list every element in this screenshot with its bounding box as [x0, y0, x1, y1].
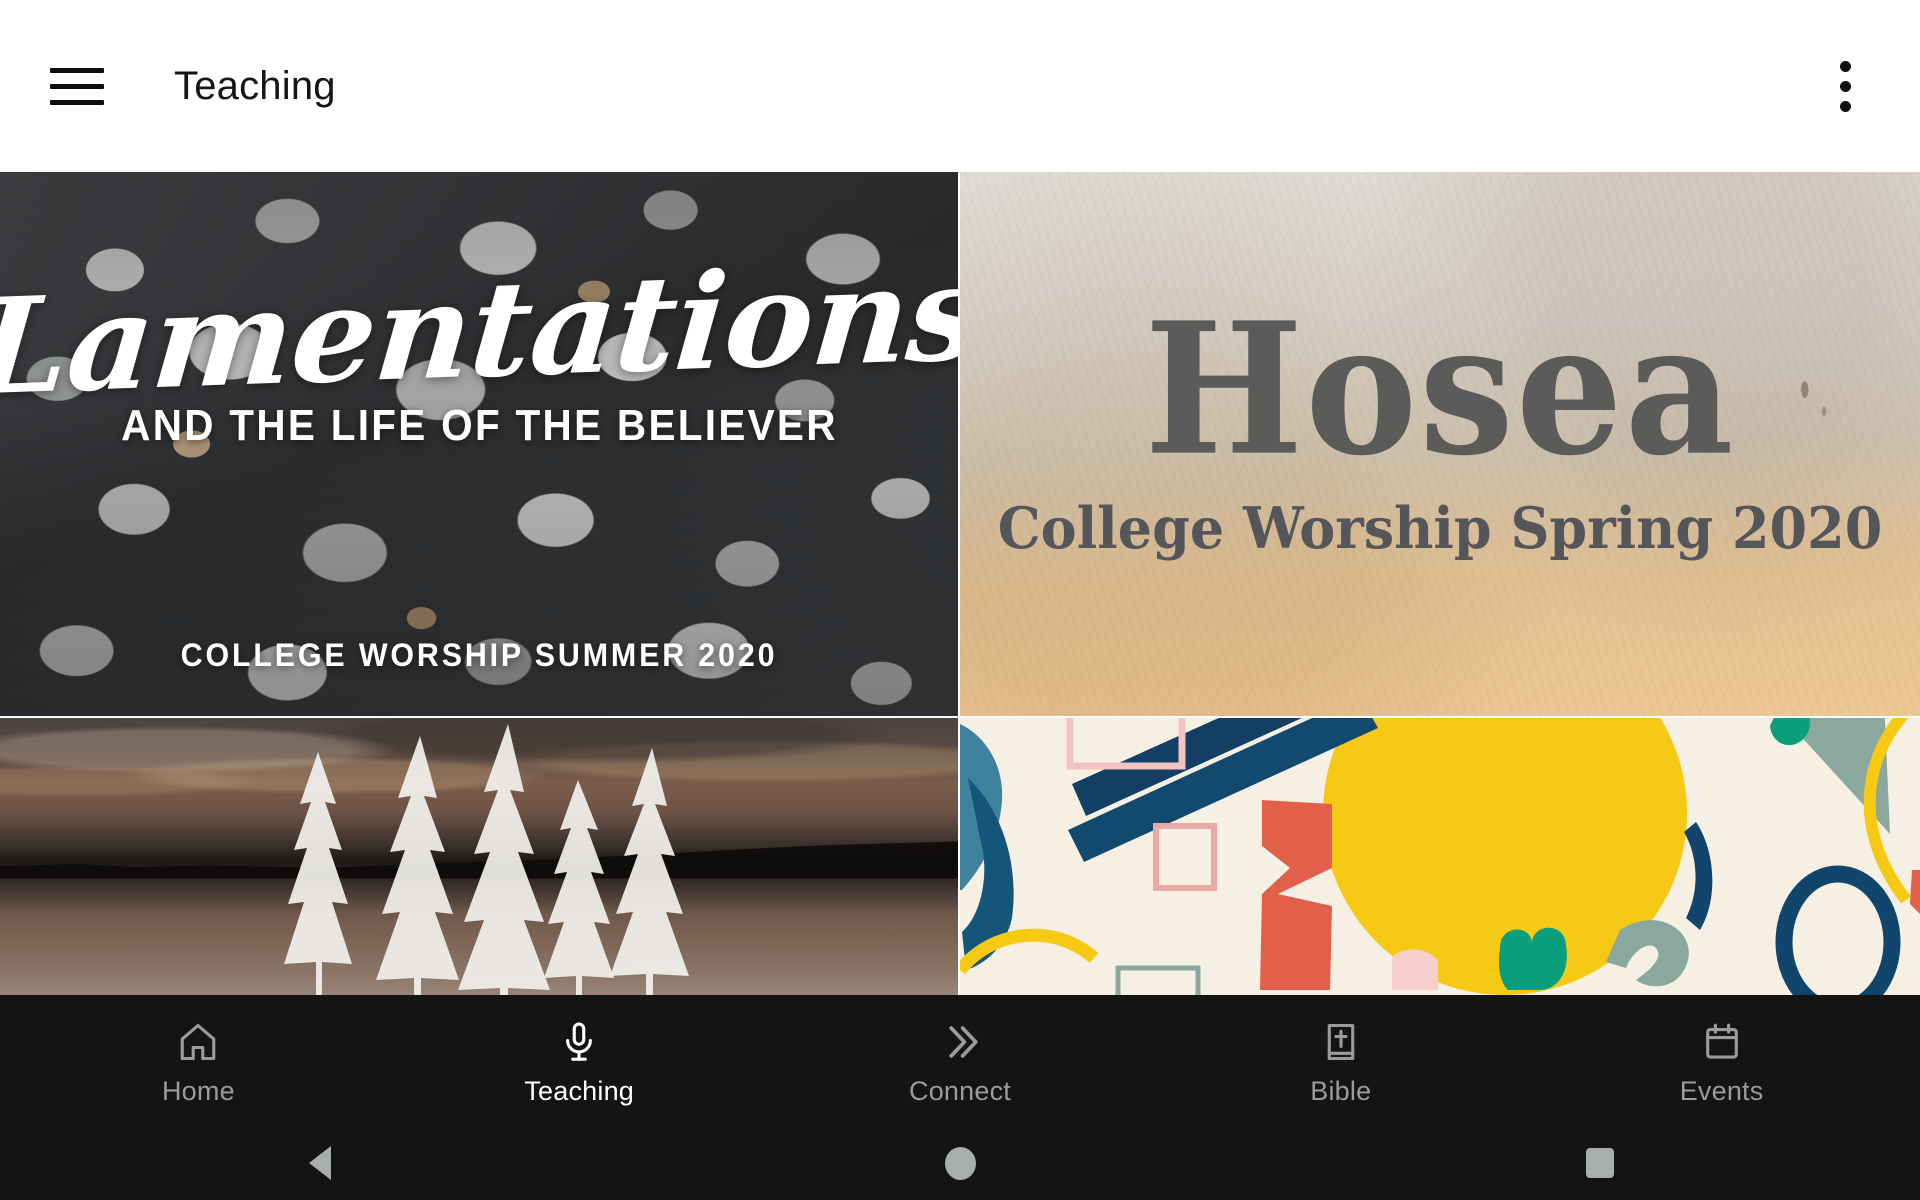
pine-tree-overlay-icon: [284, 724, 689, 995]
series-title: Hosea: [1144, 282, 1736, 497]
calendar-icon: [1699, 1019, 1745, 1065]
tab-connect[interactable]: Connect: [779, 1015, 1141, 1107]
page-title: Teaching: [174, 63, 336, 108]
tab-label: Teaching: [524, 1075, 635, 1106]
lamentations-text-block: Lamentations AND THE LIFE OF THE BELIEVE…: [0, 172, 958, 716]
tab-home[interactable]: Home: [18, 1015, 380, 1107]
overflow-dot: [1839, 80, 1851, 92]
tab-label: Connect: [909, 1075, 1011, 1106]
tab-bible[interactable]: Bible: [1160, 1015, 1522, 1107]
back-triangle-icon: [309, 1146, 331, 1180]
pink-rect-outline: [1153, 823, 1217, 891]
series-card-hosea[interactable]: Hosea College Worship Spring 2020: [960, 172, 1920, 716]
series-subtitle: AND THE LIFE OF THE BELIEVER: [120, 401, 838, 451]
hamburger-menu-icon[interactable]: [48, 57, 106, 115]
tab-teaching[interactable]: Teaching: [398, 1015, 760, 1107]
hamburger-bar: [50, 99, 104, 105]
series-card-lamentations[interactable]: Lamentations AND THE LIFE OF THE BELIEVE…: [0, 172, 958, 716]
series-grid: Lamentations AND THE LIFE OF THE BELIEVE…: [0, 172, 1920, 995]
home-circle-icon: [944, 1146, 976, 1180]
overflow-dot: [1839, 60, 1851, 72]
recents-square-icon: [1586, 1148, 1614, 1178]
bible-book-icon: [1318, 1019, 1364, 1065]
hamburger-bar: [50, 67, 104, 73]
coral-shape: [1260, 800, 1332, 990]
app-root: Teaching Lamentations AND THE LIFE OF TH…: [0, 0, 1920, 1200]
navy-crescent-shape: [1684, 822, 1713, 930]
more-vertical-icon[interactable]: [1822, 57, 1868, 115]
tab-label: Home: [161, 1075, 235, 1106]
system-nav-back-button[interactable]: [0, 1146, 640, 1180]
home-icon: [175, 1019, 221, 1065]
sage-rect-outline: [1115, 965, 1201, 995]
series-subtitle: College Worship Spring 2020: [997, 493, 1883, 562]
hamburger-bar: [50, 83, 104, 89]
system-nav-home-button[interactable]: [640, 1146, 1280, 1180]
series-title: Lamentations: [0, 235, 958, 426]
abstract-shapes-artwork-icon: [960, 718, 1920, 995]
microphone-icon: [556, 1019, 602, 1065]
series-footer: COLLEGE WORSHIP SUMMER 2020: [180, 637, 778, 673]
tab-label: Events: [1679, 1075, 1764, 1106]
system-nav-recents-button[interactable]: [1280, 1148, 1920, 1178]
pink-blob-shape: [1392, 949, 1438, 990]
app-bar: Teaching: [0, 0, 1920, 172]
double-chevron-right-icon: [937, 1019, 983, 1065]
coral-sliver-shape: [1910, 870, 1920, 914]
overflow-dot: [1839, 100, 1851, 112]
tab-events[interactable]: Events: [1541, 1015, 1903, 1107]
hosea-text-block: Hosea College Worship Spring 2020: [960, 172, 1920, 716]
series-card-lake-sunset[interactable]: [0, 718, 958, 995]
tab-label: Bible: [1310, 1075, 1372, 1106]
series-card-abstract[interactable]: [960, 718, 1920, 995]
bottom-tab-bar: Home Teaching Connect Bible Events: [0, 995, 1920, 1126]
android-system-nav: [0, 1126, 1920, 1200]
navy-oval-ring-shape: [1775, 865, 1901, 995]
teal-blob-shape: [1770, 718, 1810, 746]
